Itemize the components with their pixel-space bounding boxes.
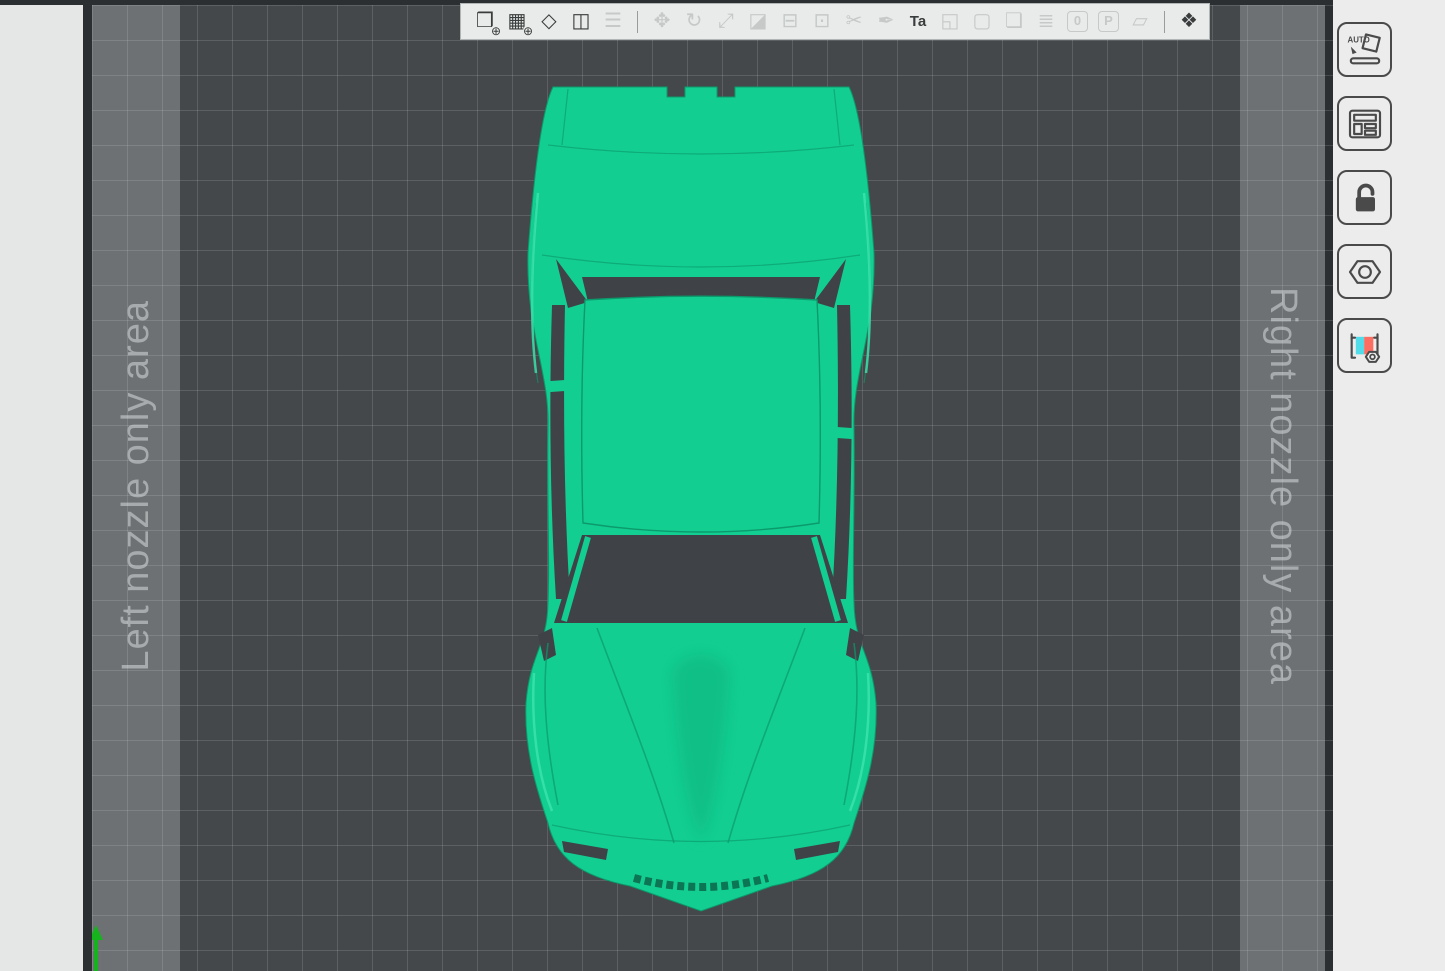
measure-icon: ▱ (1126, 4, 1154, 39)
car-model[interactable] (522, 83, 880, 915)
add-object-icon[interactable]: ❒⊕ (471, 4, 499, 39)
auto-orient-icon: AUTO (1345, 30, 1385, 70)
auto-orient-icon[interactable]: ◇ (535, 4, 563, 39)
assembly-view-icon[interactable]: ❖ (1175, 4, 1203, 39)
plus-badge-icon: ⊕ (523, 25, 533, 37)
nut-icon (1345, 252, 1385, 292)
layout-rows-icon: ☰ (599, 4, 627, 39)
frame-select-icon: ⊡ (808, 4, 836, 39)
split-to-parts-icon: ❏ (1000, 4, 1028, 39)
split-panels-icon: ⊟ (776, 4, 804, 39)
paint-icon: ✒ (872, 4, 900, 39)
hardware-settings-button[interactable] (1337, 244, 1392, 299)
lock-button[interactable] (1337, 170, 1392, 225)
plate-layout-button[interactable] (1337, 96, 1392, 151)
add-plate-icon[interactable]: ▦⊕ (503, 4, 531, 39)
move-icon: ✥ (648, 4, 676, 39)
plate-layout-icon (1345, 104, 1385, 144)
right-nozzle-zone-label: Right nozzle only area (1261, 287, 1304, 685)
car-roof (582, 296, 821, 532)
filament-settings-button[interactable] (1337, 318, 1392, 373)
place-on-face-icon: ◪ (744, 4, 772, 39)
rotate-icon: ↻ (680, 4, 708, 39)
filament-spool-icon (1345, 326, 1385, 366)
arrange-icon[interactable]: ◫ (567, 4, 595, 39)
left-nozzle-zone-label: Left nozzle only area (115, 300, 158, 672)
slicer-app: Left nozzle only area Right nozzle only … (0, 0, 1445, 971)
right-nozzle-zone: Right nozzle only area (1240, 0, 1325, 971)
y-axis-arrow-icon (92, 925, 103, 971)
auto-orient-button[interactable]: AUTO (1337, 22, 1392, 77)
toolbar: ❒⊕▦⊕◇◫☰ ✥↻⤢◪⊟⊡✂✒Ta◱▢❏≣ 0P ▱ ❖ (460, 3, 1210, 40)
toolbar-separator (637, 11, 638, 33)
viewport-right-edge (1325, 0, 1333, 971)
left-side-panel (0, 0, 83, 971)
build-plate-viewport[interactable]: Left nozzle only area Right nozzle only … (92, 0, 1333, 971)
seam-paint-icon: ◱ (936, 4, 964, 39)
variable-layer-height-icon: ≣ (1032, 4, 1060, 39)
right-sidebar: AUTO (1333, 0, 1445, 971)
letter-p-icon: P (1098, 11, 1119, 32)
toolbar-separator (1164, 11, 1165, 33)
scale-icon: ⤢ (712, 4, 740, 39)
split-to-objects-icon: ▢ (968, 4, 996, 39)
cut-icon: ✂ (840, 4, 868, 39)
viewport-left-edge (83, 0, 92, 971)
unlocked-padlock-icon (1345, 178, 1385, 218)
plus-badge-icon: ⊕ (491, 25, 501, 37)
left-nozzle-zone: Left nozzle only area (92, 0, 180, 971)
number-zero-icon: 0 (1067, 11, 1088, 32)
text-shape-icon[interactable]: Ta (904, 4, 932, 39)
